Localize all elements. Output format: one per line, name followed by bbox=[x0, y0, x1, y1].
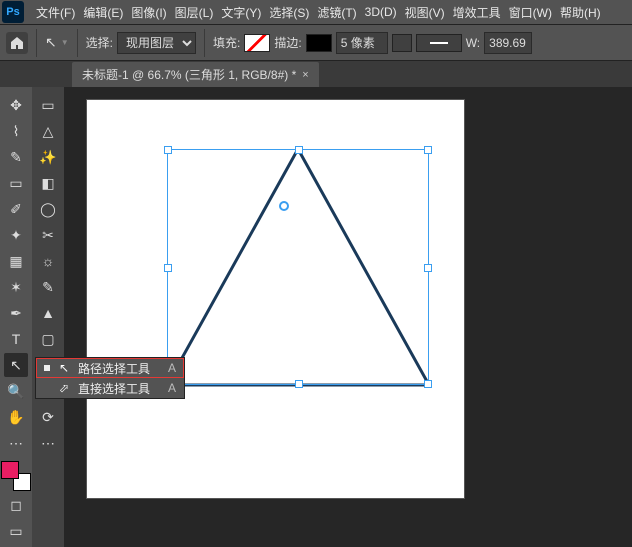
dodge-tool[interactable]: ☼ bbox=[36, 249, 60, 273]
crop-tool[interactable]: ✂ bbox=[36, 223, 60, 247]
menu-filter[interactable]: 滤镜(T) bbox=[313, 4, 360, 21]
arrow-cursor-icon: ↖ bbox=[45, 34, 57, 51]
menu-image[interactable]: 图像(I) bbox=[127, 4, 170, 21]
tool-panel-primary: ✥⌇✎▭✐✦▦✶✒T↖🔍✋⋯◻▭ bbox=[0, 87, 32, 547]
transform-handle-br[interactable] bbox=[424, 380, 432, 388]
flyout-shortcut: A bbox=[168, 381, 176, 395]
menu-window[interactable]: 窗口(W) bbox=[505, 4, 556, 21]
transform-handle-ml[interactable] bbox=[164, 264, 172, 272]
transform-center[interactable] bbox=[279, 201, 289, 211]
foreground-color[interactable] bbox=[1, 461, 19, 479]
menu-file[interactable]: 文件(F) bbox=[32, 4, 79, 21]
fill-swatch[interactable] bbox=[244, 34, 270, 52]
selected-indicator-icon bbox=[44, 365, 50, 371]
menu-plugins[interactable]: 增效工具 bbox=[449, 4, 505, 21]
polygon-lasso-tool[interactable]: △ bbox=[36, 119, 60, 143]
stroke-swatch[interactable] bbox=[306, 34, 332, 52]
transform-box[interactable] bbox=[167, 149, 429, 385]
rotate-tool[interactable]: ⟳ bbox=[36, 405, 60, 429]
path-select-icon: ↖ bbox=[58, 361, 70, 375]
fill-label: 填充: bbox=[213, 34, 240, 51]
lasso-tool[interactable]: ⌇ bbox=[4, 119, 28, 143]
tool-flyout-menu: ↖ 路径选择工具 A ⬀ 直接选择工具 A bbox=[35, 357, 185, 399]
document-tab[interactable]: 未标题-1 @ 66.7% (三角形 1, RGB/8#) * × bbox=[72, 62, 319, 87]
flyout-path-selection[interactable]: ↖ 路径选择工具 A bbox=[36, 358, 184, 378]
stroke-width-input[interactable] bbox=[336, 32, 388, 54]
type-tool[interactable]: T bbox=[4, 327, 28, 351]
transform-handle-mr[interactable] bbox=[424, 264, 432, 272]
flyout-label: 路径选择工具 bbox=[78, 360, 156, 377]
edit-toolbar[interactable]: ⋯ bbox=[36, 431, 60, 455]
home-icon bbox=[9, 35, 25, 51]
stroke-label: 描边: bbox=[274, 34, 301, 51]
document-tabs: 未标题-1 @ 66.7% (三角形 1, RGB/8#) * × bbox=[0, 61, 632, 87]
zoom-tool[interactable]: 🔍 bbox=[4, 379, 28, 403]
menu-select[interactable]: 选择(S) bbox=[265, 4, 313, 21]
stroke-type-dropdown[interactable] bbox=[392, 34, 412, 52]
quick-mask-toggle[interactable]: ◻ bbox=[4, 493, 28, 517]
shape-tool[interactable]: ▲ bbox=[36, 301, 60, 325]
flyout-direct-selection[interactable]: ⬀ 直接选择工具 A bbox=[36, 378, 184, 398]
screen-mode-button[interactable]: ▭ bbox=[4, 519, 28, 543]
transform-handle-tm[interactable] bbox=[295, 146, 303, 154]
artboard-tool[interactable]: ▢ bbox=[36, 327, 60, 351]
wand-tool[interactable]: ✨ bbox=[36, 145, 60, 169]
more-tool[interactable]: ⋯ bbox=[4, 431, 28, 455]
color-swatches[interactable] bbox=[1, 461, 31, 491]
spot-heal-tool[interactable]: ✦ bbox=[4, 223, 28, 247]
hand-tool[interactable]: ✋ bbox=[4, 405, 28, 429]
app-logo: Ps bbox=[2, 1, 24, 23]
width-label: W: bbox=[466, 36, 480, 50]
stroke-style-dropdown[interactable] bbox=[416, 34, 462, 52]
menu-layer[interactable]: 图层(L) bbox=[171, 4, 218, 21]
marquee-tool[interactable]: ▭ bbox=[36, 93, 60, 117]
menu-view[interactable]: 视图(V) bbox=[401, 4, 449, 21]
direct-select-icon: ⬀ bbox=[58, 381, 70, 395]
path-select-tool[interactable]: ↖ bbox=[4, 353, 28, 377]
separator bbox=[77, 29, 78, 57]
gradient-tool[interactable]: ▭ bbox=[4, 171, 28, 195]
pencil-tool[interactable]: ✎ bbox=[36, 275, 60, 299]
tool-panel-secondary: ▭△✨◧◯✂☼✎▲▢↖⟟⟳⋯ bbox=[32, 87, 64, 547]
menu-type[interactable]: 文字(Y) bbox=[217, 4, 265, 21]
eraser-tool[interactable]: ◧ bbox=[36, 171, 60, 195]
close-icon[interactable]: × bbox=[302, 69, 308, 81]
eyedropper-tool[interactable]: ✐ bbox=[4, 197, 28, 221]
menu-help[interactable]: 帮助(H) bbox=[556, 4, 605, 21]
pen-tool[interactable]: ✒ bbox=[4, 301, 28, 325]
flyout-shortcut: A bbox=[168, 361, 176, 375]
move-tool[interactable]: ✥ bbox=[4, 93, 28, 117]
menu-edit[interactable]: 编辑(E) bbox=[79, 4, 127, 21]
clone-tool[interactable]: ✶ bbox=[4, 275, 28, 299]
brush-tool[interactable]: ✎ bbox=[4, 145, 28, 169]
canvas[interactable] bbox=[86, 99, 465, 499]
select-layer-dropdown[interactable]: 现用图层 bbox=[117, 32, 196, 54]
document-title: 未标题-1 @ 66.7% (三角形 1, RGB/8#) * bbox=[82, 66, 296, 83]
dropdown-caret-icon[interactable]: ▼ bbox=[61, 38, 69, 47]
blur-tool[interactable]: ◯ bbox=[36, 197, 60, 221]
width-input[interactable] bbox=[484, 32, 532, 54]
separator bbox=[204, 29, 205, 57]
select-label: 选择: bbox=[86, 34, 113, 51]
menu-3d[interactable]: 3D(D) bbox=[361, 5, 401, 19]
transform-handle-bm[interactable] bbox=[295, 380, 303, 388]
separator bbox=[36, 29, 37, 57]
options-bar: ↖ ▼ 选择: 现用图层 填充: 描边: W: bbox=[0, 25, 632, 61]
menubar: Ps 文件(F) 编辑(E) 图像(I) 图层(L) 文字(Y) 选择(S) 滤… bbox=[0, 0, 632, 25]
transform-handle-tr[interactable] bbox=[424, 146, 432, 154]
frame-tool[interactable]: ▦ bbox=[4, 249, 28, 273]
transform-handle-tl[interactable] bbox=[164, 146, 172, 154]
home-button[interactable] bbox=[6, 32, 28, 54]
flyout-label: 直接选择工具 bbox=[78, 380, 156, 397]
